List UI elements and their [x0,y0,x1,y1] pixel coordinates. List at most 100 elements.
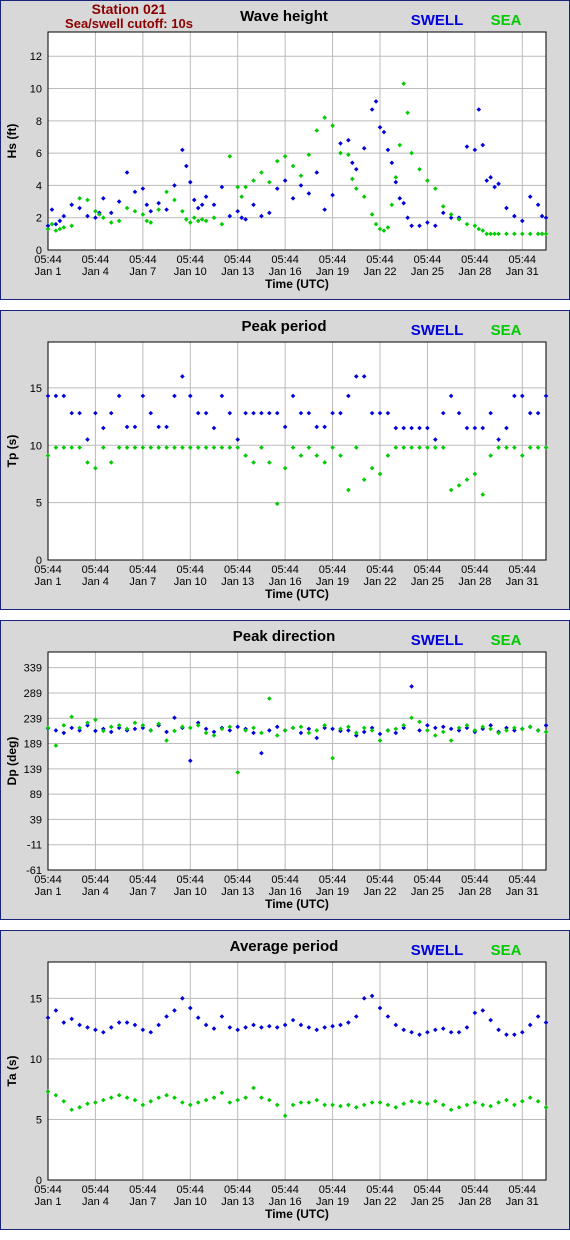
y-tick-label: 39 [30,814,42,826]
chart-title: Peak direction [233,628,336,645]
x-tick-time: 05:44 [319,254,347,266]
y-tick-label: 2 [36,213,42,225]
legend-swell: SWELL [411,942,464,959]
x-tick-date: Jan 10 [174,576,207,588]
x-tick-time: 05:44 [177,564,205,576]
x-tick-time: 05:44 [224,564,252,576]
x-tick-date: Jan 28 [458,1196,491,1208]
x-tick-time: 05:44 [366,1184,394,1196]
x-tick-date: Jan 31 [506,266,539,278]
peak-period-chart: 05101505:44Jan 105:44Jan 405:44Jan 705:4… [0,310,570,610]
y-tick-label: 8 [36,116,42,128]
x-tick-date: Jan 28 [458,266,491,278]
y-tick-label: 10 [30,84,42,96]
x-tick-time: 05:44 [271,874,299,886]
x-tick-time: 05:44 [461,254,489,266]
x-tick-time: 05:44 [414,874,442,886]
x-tick-time: 05:44 [509,564,537,576]
x-tick-date: Jan 4 [82,576,109,588]
x-tick-date: Jan 31 [506,886,539,898]
y-tick-label: 89 [30,789,42,801]
x-tick-time: 05:44 [82,1184,110,1196]
x-tick-date: Jan 22 [363,1196,396,1208]
y-tick-label: 289 [24,688,42,700]
peak-direction-chart: -61-11398913918923928933905:44Jan 105:44… [0,620,570,920]
x-tick-date: Jan 1 [35,1196,62,1208]
chart-title: Peak period [241,318,326,335]
x-tick-time: 05:44 [224,254,252,266]
wave-height-panel: 0 2 4 6 8 10 12 05:44 Jan 1 05:44 Jan 4 05:44 Jan 70… [0,0,570,300]
average-period-panel: 0 5 10 15 05:44 Jan 1 05:44 Jan 4 05:44 Jan 7 05:4… [0,930,570,1230]
x-tick-time: 05:44 [461,564,489,576]
y-tick-label: 10 [30,440,42,452]
y-tick-label: 15 [30,993,42,1005]
x-tick-date: Jan 25 [411,1196,444,1208]
x-tick-time: 05:44 [509,254,537,266]
x-tick-time: 05:44 [82,564,110,576]
plot-area [48,342,546,560]
x-tick-time: 05:44 [129,564,157,576]
y-tick-label: -11 [27,840,42,852]
legend-sea: SEA [491,632,522,649]
x-tick-date: Jan 10 [174,1196,207,1208]
legend-sea: SEA [491,942,522,959]
x-tick-date: Jan 7 [129,1196,156,1208]
x-tick-date: Jan 25 [411,886,444,898]
x-tick-date: Jan 1 [35,576,62,588]
y-tick-label: 4 [36,180,42,192]
y-axis-title: Ta (s) [5,1055,19,1086]
x-tick-date: Jan 4 [82,886,109,898]
x-tick-date: Jan 25 [411,266,444,278]
x-tick-time: 05:44 [414,1184,442,1196]
x-tick-date: Jan 31 [506,576,539,588]
x-axis-title: Time (UTC) [265,587,329,601]
x-tick-date: Jan 22 [363,266,396,278]
x-tick-time: 05:44 [129,1184,157,1196]
y-tick-label: 239 [24,713,42,725]
x-tick-time: 05:44 [319,1184,347,1196]
y-axis-title: Tp (s) [5,435,19,468]
legend-sea: SEA [491,322,522,339]
x-tick-time: 05:44 [271,1184,299,1196]
y-tick-label: 12 [30,51,42,63]
legend-swell: SWELL [411,632,464,649]
x-tick-date: Jan 7 [129,576,156,588]
x-tick-date: Jan 4 [82,1196,109,1208]
x-tick-time: 05:44 [509,1184,537,1196]
plot-area [48,962,546,1180]
x-tick-time: 05:44 [82,254,110,266]
average-period-chart: 05101505:44Jan 105:44Jan 405:44Jan 705:4… [0,930,570,1230]
y-tick-label: 339 [24,663,42,675]
peak-direction-panel: -61 -11 39 89 139 189 239 289 339 05:44 Jan 1 05:44… [0,620,570,920]
x-tick-date: Jan 1 [35,886,62,898]
x-tick-date: Jan 31 [506,1196,539,1208]
x-tick-time: 05:44 [461,1184,489,1196]
chart-title: Wave height [240,8,328,25]
x-tick-time: 05:44 [82,874,110,886]
legend-swell: SWELL [411,322,464,339]
x-tick-time: 05:44 [129,874,157,886]
x-tick-date: Jan 10 [174,886,207,898]
x-tick-time: 05:44 [177,1184,205,1196]
chart-title: Average period [230,938,339,955]
x-tick-time: 05:44 [509,874,537,886]
x-tick-time: 05:44 [34,254,62,266]
x-tick-date: Jan 13 [221,576,254,588]
station-label: Station 021 [92,1,167,17]
x-tick-date: Jan 10 [174,266,207,278]
x-tick-time: 05:44 [177,254,205,266]
x-tick-time: 05:44 [366,564,394,576]
x-tick-time: 05:44 [129,254,157,266]
y-tick-label: 10 [30,1054,42,1066]
x-tick-date: Jan 22 [363,576,396,588]
x-tick-time: 05:44 [271,254,299,266]
peak-period-panel: 0 5 10 15 05:44 Jan 1 05:44 Jan 4 05:44 Jan 7 05:4… [0,310,570,610]
x-tick-date: Jan 1 [35,266,62,278]
x-tick-time: 05:44 [34,874,62,886]
legend-swell: SWELL [411,12,464,29]
x-axis-title: Time (UTC) [265,1207,329,1221]
x-axis-title: Time (UTC) [265,897,329,911]
x-tick-date: Jan 7 [129,886,156,898]
x-tick-time: 05:44 [414,564,442,576]
y-tick-label: 5 [36,1114,42,1126]
